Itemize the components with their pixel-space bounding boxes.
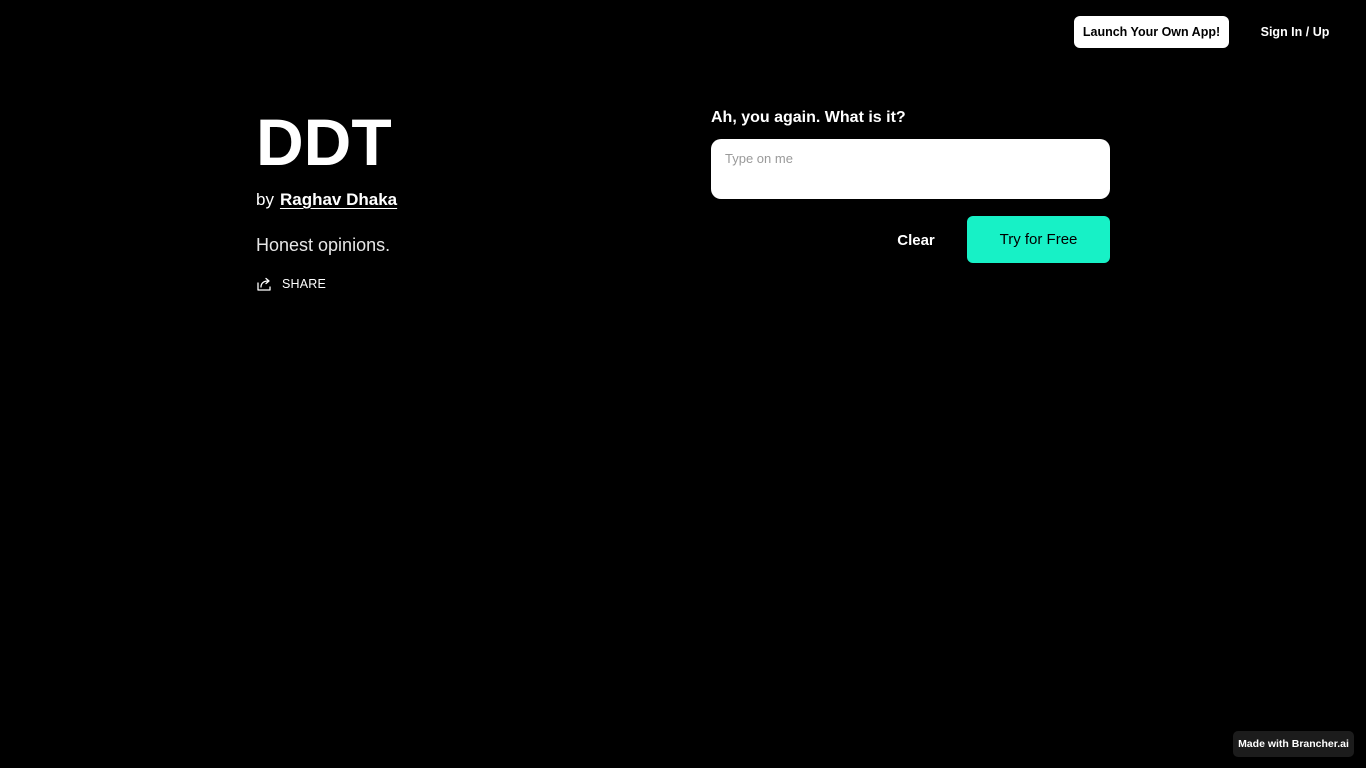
app-title: DDT [256,105,392,179]
launch-your-own-app-button[interactable]: Launch Your Own App! [1074,16,1229,48]
share-button[interactable]: SHARE [256,274,326,294]
share-icon [256,276,272,292]
message-input[interactable] [711,139,1110,199]
author-link[interactable]: Raghav Dhaka [280,190,397,210]
byline: by Raghav Dhaka [256,188,397,212]
share-label: SHARE [282,277,327,291]
chat-prompt: Ah, you again. What is it? [711,109,906,126]
by-label: by [256,190,274,209]
app-tagline: Honest opinions. [256,235,391,255]
clear-button[interactable]: Clear [886,224,946,256]
try-for-free-button[interactable]: Try for Free [967,216,1110,263]
page: Launch Your Own App! Sign In / Up DDT by… [0,0,1366,768]
made-with-brancher-badge[interactable]: Made with Brancher.ai [1233,731,1354,757]
sign-in-up-link[interactable]: Sign In / Up [1253,16,1337,48]
